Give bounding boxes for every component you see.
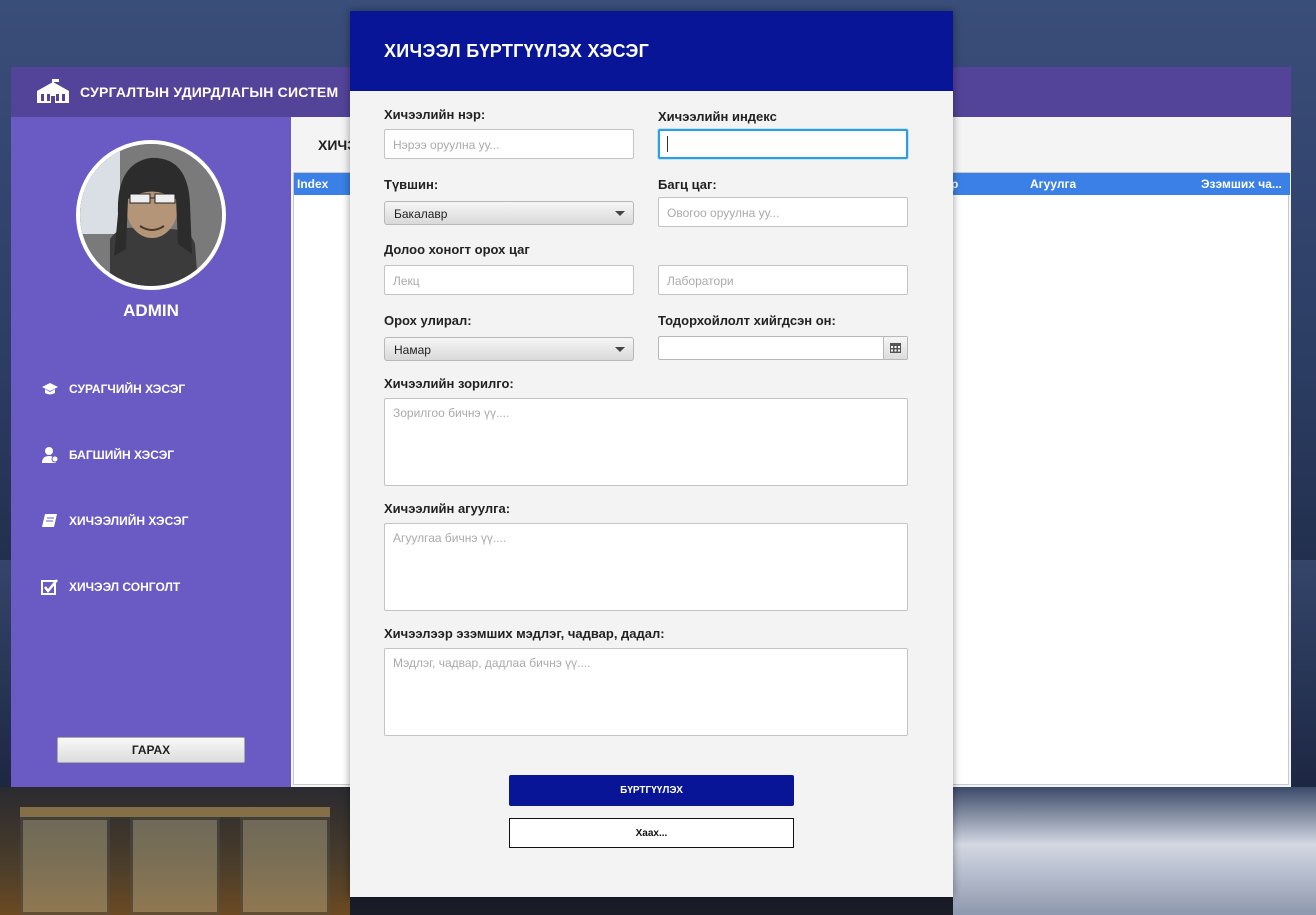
chevron-down-icon <box>615 211 625 216</box>
level-select-value: Бакалавр <box>394 207 448 221</box>
definition-year-label: Тодорхойлолт хийгдсэн он: <box>658 313 836 328</box>
chevron-down-icon <box>615 347 625 352</box>
logout-button[interactable]: ГАРАХ <box>57 737 245 763</box>
graduation-cap-icon <box>40 380 60 398</box>
background-store-window <box>20 817 110 915</box>
avatar <box>76 140 226 290</box>
course-registration-dialog: ХИЧЭЭЛ БҮРТГҮҮЛЭХ ХЭСЭГ Хичээлийн нэр: Н… <box>350 11 953 897</box>
dialog-title: ХИЧЭЭЛ БҮРТГҮҮЛЭХ ХЭСЭГ <box>384 41 650 61</box>
background-store <box>0 787 350 915</box>
course-name-label: Хичээлийн нэр: <box>384 107 486 122</box>
course-name-input[interactable]: Нэрээ оруулна уу... <box>384 129 634 159</box>
background-snowy-trees <box>953 787 1316 915</box>
sidebar-item-course-selection[interactable]: ХИЧЭЭЛ СОНГОЛТ <box>40 577 180 597</box>
sidebar: ADMIN СУРАГЧИЙН ХЭСЭГ БАГШИЙН ХЭСЭГ ХИЧЭ… <box>11 117 291 787</box>
close-button[interactable]: Хаах... <box>509 818 794 848</box>
checkbox-icon <box>40 578 60 596</box>
semester-select[interactable]: Намар <box>384 337 634 361</box>
course-index-input[interactable] <box>658 129 908 159</box>
register-button[interactable]: БҮРТГҮҮЛЭХ <box>509 775 794 806</box>
table-header-skills[interactable]: Эзэмших ча... <box>1201 177 1282 191</box>
course-skills-label: Хичээлээр эзэмших мэдлэг, чадвар, дадал: <box>384 626 665 641</box>
level-label: Түвшин: <box>384 177 439 192</box>
weekly-hours-label: Долоо хоногт орох цаг <box>384 242 530 257</box>
course-contents-label: Хичээлийн агуулга: <box>384 501 511 516</box>
course-contents-textarea[interactable]: Агуулгаа бичнэ үү.... <box>384 523 908 611</box>
book-icon <box>40 512 60 530</box>
sidebar-item-label: ХИЧЭЭЛ СОНГОЛТ <box>69 580 181 594</box>
calendar-icon[interactable] <box>883 337 907 359</box>
table-header-index[interactable]: Index <box>297 177 328 191</box>
user-icon <box>40 446 60 464</box>
level-select[interactable]: Бакалавр <box>384 201 634 225</box>
user-name: ADMIN <box>123 301 179 320</box>
course-skills-textarea[interactable]: Мэдлэг, чадвар, дадлаа бичнэ үү.... <box>384 648 908 736</box>
semester-select-value: Намар <box>394 343 431 357</box>
sidebar-item-label: БАГШИЙН ХЭСЭГ <box>69 448 175 462</box>
background-store-shelf <box>20 807 330 817</box>
background-store-window <box>130 817 220 915</box>
sidebar-item-students[interactable]: СУРАГЧИЙН ХЭСЭГ <box>40 379 185 399</box>
lab-hours-input[interactable]: Лаборатори <box>658 265 908 295</box>
table-header-contents[interactable]: Агуулга <box>1030 177 1076 191</box>
sidebar-item-label: СУРАГЧИЙН ХЭСЭГ <box>69 382 186 396</box>
definition-year-datepicker[interactable] <box>658 336 908 360</box>
semester-label: Орох улирал: <box>384 313 472 328</box>
lecture-hours-input[interactable]: Лекц <box>384 265 634 295</box>
course-objective-textarea[interactable]: Зорилгоо бичнэ үү.... <box>384 398 908 486</box>
credit-hours-input[interactable]: Овогоо оруулна уу... <box>658 197 908 227</box>
avatar-image <box>80 144 222 286</box>
background-store-window <box>240 817 330 915</box>
app-title: СУРГАЛТЫН УДИРДЛАГЫН СИСТЕМ <box>80 84 339 100</box>
course-index-label: Хичээлийн индекс <box>658 109 777 124</box>
credit-hours-label: Багц цаг: <box>658 177 717 192</box>
sidebar-item-label: ХИЧЭЭЛИЙН ХЭСЭГ <box>69 514 189 528</box>
text-caret <box>667 136 668 152</box>
sidebar-item-teachers[interactable]: БАГШИЙН ХЭСЭГ <box>40 445 174 465</box>
dialog-header: ХИЧЭЭЛ БҮРТГҮҮЛЭХ ХЭСЭГ <box>350 11 953 91</box>
course-objective-label: Хичээлийн зорилго: <box>384 376 514 391</box>
school-building-icon <box>37 79 69 103</box>
sidebar-item-courses[interactable]: ХИЧЭЭЛИЙН ХЭСЭГ <box>40 511 188 531</box>
